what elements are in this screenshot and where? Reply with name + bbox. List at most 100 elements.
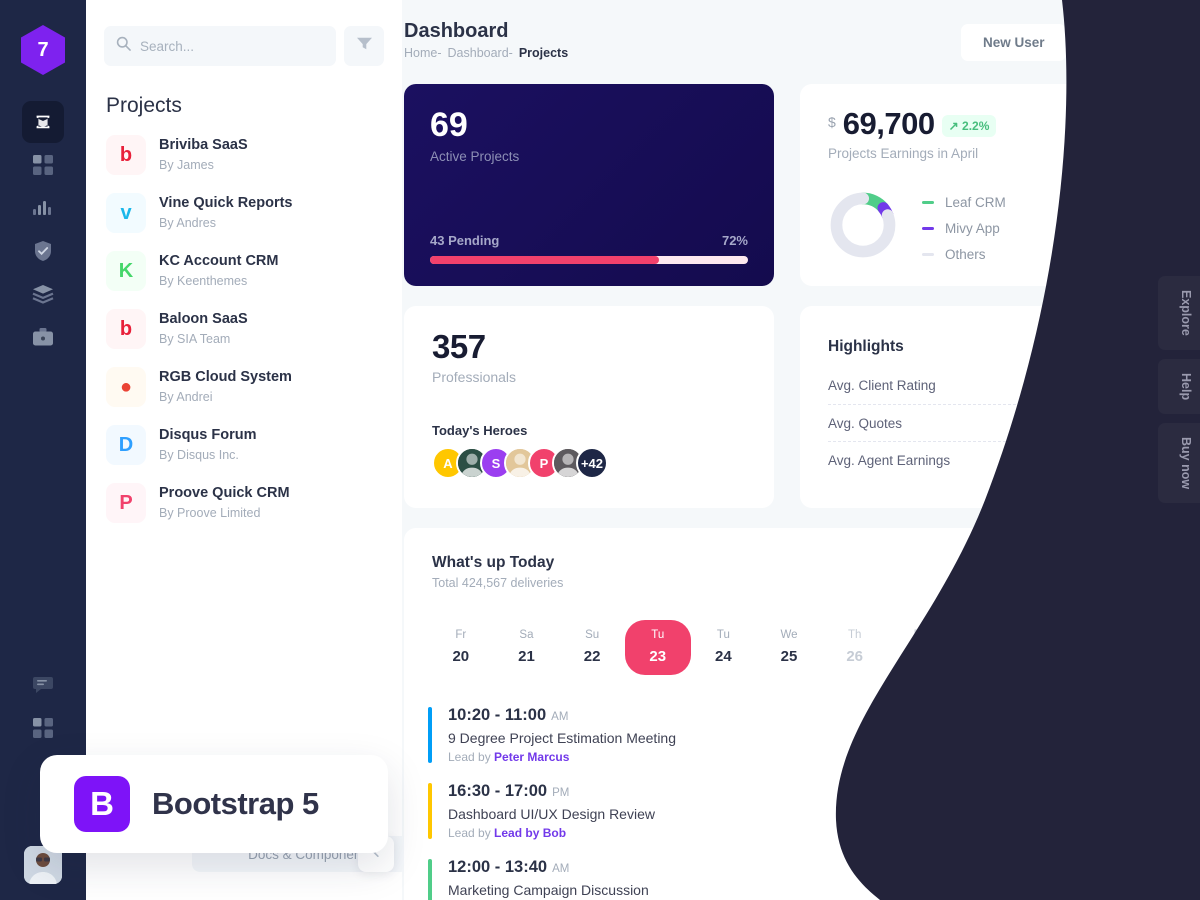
event-lead-link[interactable]: Peter Marcus bbox=[494, 750, 569, 764]
day-number: 22 bbox=[583, 648, 601, 665]
project-logo-icon: b bbox=[106, 309, 146, 349]
day-cell[interactable]: We 25 bbox=[756, 620, 822, 675]
project-author: By SIA Team bbox=[159, 332, 231, 347]
list-item[interactable]: b Briviba SaaS By James bbox=[86, 126, 402, 184]
app-logo[interactable]: 7 bbox=[21, 25, 65, 75]
app-logo-text: 7 bbox=[37, 38, 49, 61]
event-title: Dashboard UI/UX Design Review bbox=[448, 806, 655, 822]
app-root: 7 Search... Projects b Briviba SaaS By J… bbox=[0, 0, 1200, 900]
legend-item: Mivy App bbox=[922, 215, 1006, 241]
highlight-row: Avg. Quotes ↙ 730 bbox=[828, 404, 1146, 441]
day-number: 24 bbox=[715, 648, 732, 665]
project-name: Briviba SaaS bbox=[159, 137, 248, 154]
sidebar-item-dashboard[interactable] bbox=[22, 101, 64, 143]
project-name: Disqus Forum bbox=[159, 427, 257, 444]
breadcrumb-item[interactable]: Home- bbox=[404, 46, 442, 60]
day-cell[interactable]: Tu 24 bbox=[691, 620, 757, 675]
event-lead-link[interactable]: Lead by Bob bbox=[494, 826, 566, 840]
sidebar-item-layers[interactable] bbox=[22, 273, 64, 315]
heroes-overflow-count[interactable]: +42 bbox=[576, 447, 608, 479]
sidebar-item-chat[interactable] bbox=[22, 664, 64, 706]
list-item[interactable]: ● RGB Cloud System By Andrei bbox=[86, 358, 402, 416]
chat-icon bbox=[33, 676, 53, 695]
day-cell[interactable]: Th 26 bbox=[822, 620, 888, 675]
day-cell[interactable]: Su 22 bbox=[559, 620, 625, 675]
search-row bbox=[86, 0, 402, 66]
briefcase-icon bbox=[32, 327, 54, 347]
report-center-button[interactable]: Report Cecnter bbox=[1022, 556, 1146, 591]
day-cell[interactable]: Tu 23 bbox=[624, 620, 691, 675]
trend-arrow-icon: ↗ bbox=[1081, 377, 1093, 393]
list-item[interactable]: D Disqus Forum By Disqus Inc. bbox=[86, 416, 402, 474]
event-time: 16:30 - 17:00 PM bbox=[448, 782, 570, 800]
breadcrumb-item[interactable]: Projects bbox=[519, 46, 568, 60]
highlights-title: Highlights bbox=[828, 338, 904, 355]
sidebar-item-briefcase[interactable] bbox=[22, 316, 64, 358]
day-number: 25 bbox=[780, 648, 798, 665]
day-cell[interactable]: Fr 20 bbox=[428, 620, 494, 675]
day-cell[interactable]: Su 29 bbox=[1019, 620, 1085, 675]
event-row: 12:00 - 13:40 AM Marketing Campaign Discus… bbox=[428, 849, 1150, 900]
side-tab[interactable]: Buy now bbox=[1158, 422, 1200, 504]
bootstrap-badge-text: Bootstrap 5 bbox=[152, 786, 319, 821]
bootstrap-mark-letter: B bbox=[90, 785, 114, 822]
sidebar-item-apps[interactable] bbox=[22, 144, 64, 186]
highlight-label: Avg. Quotes bbox=[828, 415, 903, 431]
breadcrumb-item[interactable]: Dashboard- bbox=[448, 46, 513, 60]
day-number: 23 bbox=[649, 648, 667, 665]
event-color-bar bbox=[428, 707, 432, 763]
page-title: Dashboard bbox=[404, 20, 509, 42]
event-details: 16:30 - 17:00 PM Dashboard UI/UX Design Re… bbox=[448, 782, 655, 840]
day-cell[interactable]: Sa 21 bbox=[494, 620, 560, 675]
day-cell[interactable]: Fri 27 bbox=[887, 620, 953, 675]
sidebar-item-analytics[interactable] bbox=[22, 187, 64, 229]
search-input[interactable] bbox=[140, 38, 324, 54]
legend-item: Others bbox=[922, 241, 1006, 267]
day-number: 28 bbox=[977, 648, 995, 665]
list-item[interactable]: v Vine Quick Reports By Andres bbox=[86, 184, 402, 242]
legend-amount: $2,820 bbox=[1104, 215, 1146, 230]
new-goal-button[interactable]: New Goal bbox=[1073, 24, 1175, 61]
event-lead-prefix: Lead by bbox=[448, 750, 495, 764]
event-row: 10:20 - 11:00 AM 9 Degree Project Estimati… bbox=[428, 697, 1150, 773]
currency-symbol: $ bbox=[828, 114, 836, 130]
search-box[interactable] bbox=[104, 26, 336, 66]
legend-label: Leaf CRM bbox=[945, 194, 1006, 210]
side-tab[interactable]: Help bbox=[1158, 358, 1200, 414]
project-name: Baloon SaaS bbox=[159, 311, 248, 328]
list-item[interactable]: P Proove Quick CRM By Proove Limited bbox=[86, 474, 402, 532]
search-icon bbox=[116, 36, 131, 56]
day-name: Fri bbox=[913, 629, 928, 641]
project-logo-icon: D bbox=[106, 425, 146, 465]
view-button[interactable]: View bbox=[1082, 793, 1150, 829]
progress-fill bbox=[430, 256, 659, 264]
highlights-card: Highlights Avg. Client Rating ↗ 7.8/10 Avg.… bbox=[800, 306, 1174, 508]
side-tab[interactable]: Explore bbox=[1158, 276, 1200, 350]
day-name: Fr bbox=[455, 629, 467, 641]
earnings-legend: Leaf CRM Mivy App Others bbox=[922, 189, 1006, 267]
earnings-value: 69,700 bbox=[842, 106, 935, 141]
project-logo-icon: P bbox=[106, 483, 146, 523]
view-button[interactable]: View bbox=[1082, 869, 1150, 900]
sidebar-item-widgets[interactable] bbox=[22, 707, 64, 749]
layers-icon bbox=[32, 284, 54, 304]
new-user-button[interactable]: New User bbox=[960, 24, 1067, 61]
day-cell[interactable]: Sa 28 bbox=[953, 620, 1019, 675]
list-item[interactable]: K KC Account CRM By Keenthemes bbox=[86, 242, 402, 300]
day-name: Th bbox=[847, 629, 862, 641]
grid-icon bbox=[33, 155, 53, 175]
event-details: 10:20 - 11:00 AM 9 Degree Project Estimati… bbox=[448, 706, 676, 764]
percent-label: 72% bbox=[721, 233, 748, 248]
filter-button[interactable] bbox=[344, 26, 384, 66]
project-name: RGB Cloud System bbox=[159, 369, 292, 386]
shield-check-icon bbox=[33, 240, 53, 262]
projects-heading: Projects bbox=[106, 94, 182, 117]
event-color-bar bbox=[428, 783, 432, 839]
project-name: Vine Quick Reports bbox=[159, 195, 293, 212]
day-cell[interactable]: Mo 30 bbox=[1084, 620, 1150, 675]
view-button[interactable]: View bbox=[1082, 717, 1150, 753]
project-text: Briviba SaaS By James bbox=[159, 135, 248, 175]
legend-label: Others bbox=[945, 246, 986, 262]
sidebar-item-security[interactable] bbox=[22, 230, 64, 272]
list-item[interactable]: b Baloon SaaS By SIA Team bbox=[86, 300, 402, 358]
